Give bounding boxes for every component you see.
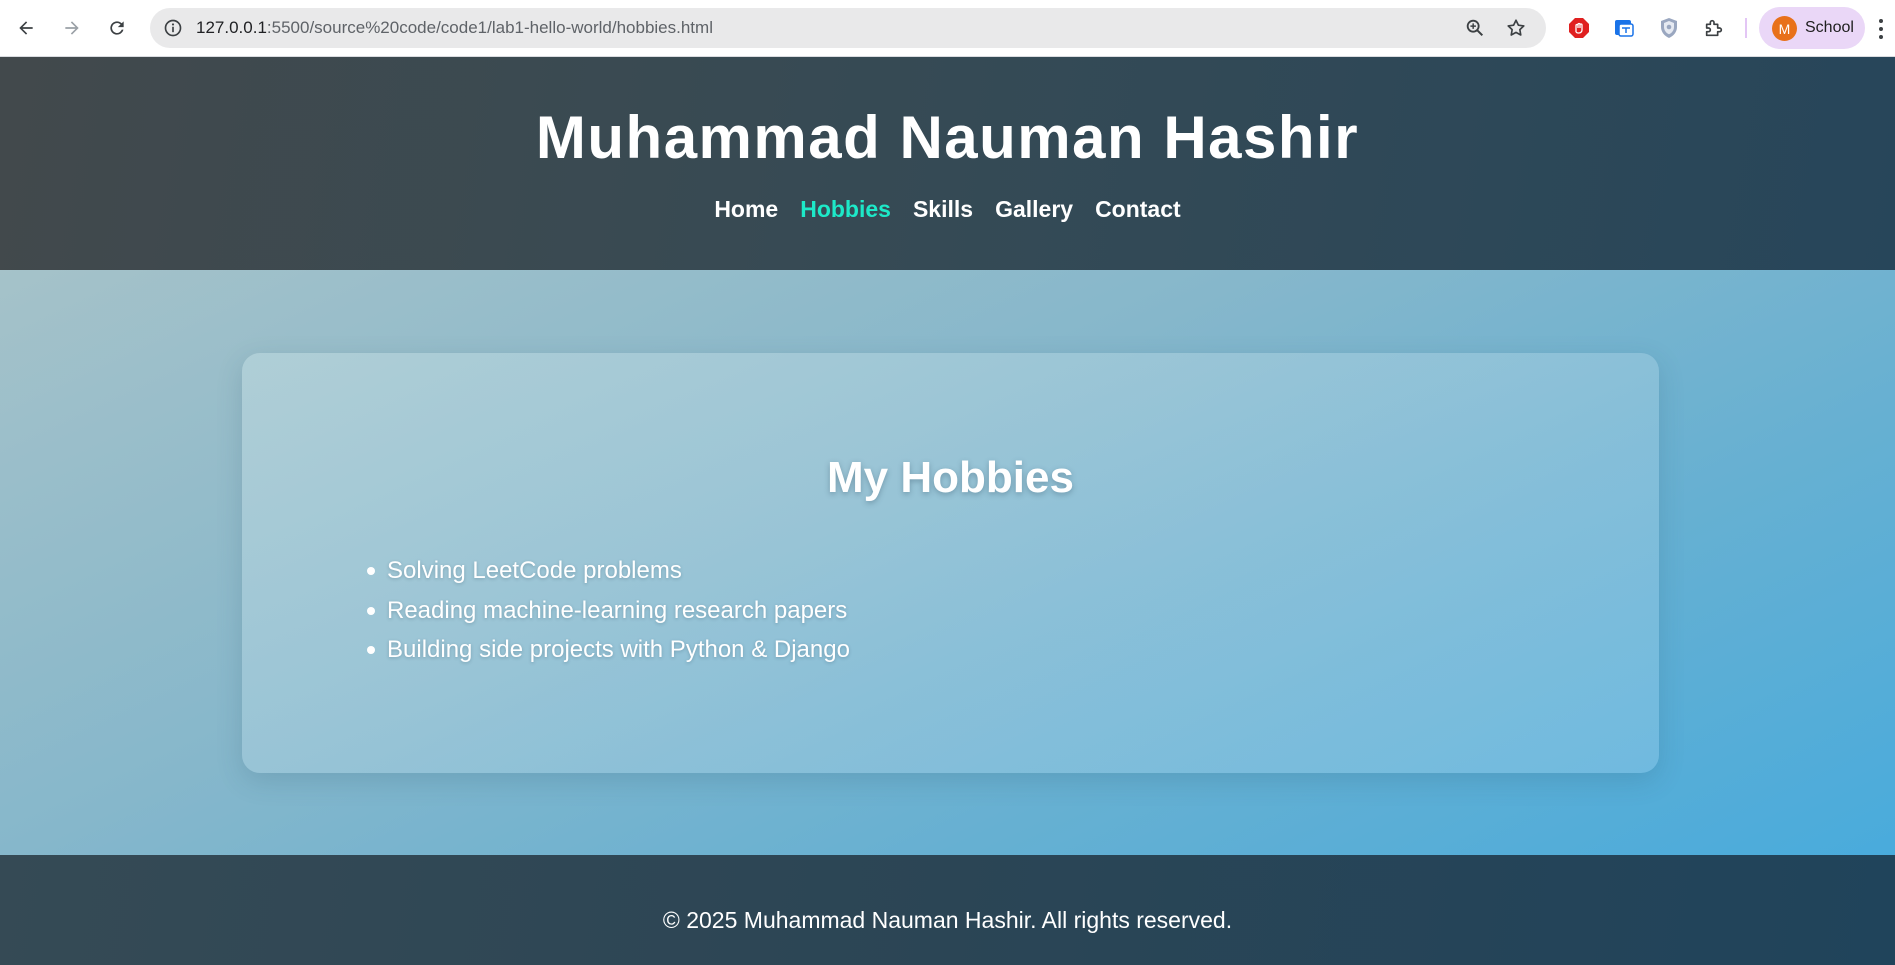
nav-link-gallery[interactable]: Gallery: [995, 196, 1073, 223]
nav-link-contact[interactable]: Contact: [1095, 196, 1181, 223]
url-text[interactable]: 127.0.0.1:5500/source%20code/code1/lab1-…: [196, 8, 713, 48]
bullet-icon: [367, 567, 375, 575]
bullet-icon: [367, 646, 375, 654]
zoom-icon[interactable]: [1464, 17, 1486, 39]
site-title: Muhammad Nauman Hashir: [535, 104, 1360, 171]
more-menu-icon[interactable]: [1873, 16, 1889, 42]
site-footer: © 2025 Muhammad Nauman Hashir. All right…: [0, 855, 1895, 965]
translate-extension-icon[interactable]: [1610, 14, 1638, 42]
url-path: :5500/source%20code/code1/lab1-hello-wor…: [266, 18, 713, 37]
browser-toolbar: 127.0.0.1:5500/source%20code/code1/lab1-…: [0, 0, 1895, 57]
profile-avatar: M: [1772, 16, 1797, 41]
nav-link-home[interactable]: Home: [714, 196, 778, 223]
main-nav: Home Hobbies Skills Gallery Contact: [0, 196, 1895, 223]
site-info-icon[interactable]: [162, 17, 184, 39]
nav-link-hobbies[interactable]: Hobbies: [800, 196, 891, 223]
nav-link-skills[interactable]: Skills: [913, 196, 973, 223]
toolbar-divider: [1745, 18, 1747, 38]
forward-arrow-icon[interactable]: [56, 12, 88, 44]
copyright-text: © 2025 Muhammad Nauman Hashir. All right…: [662, 907, 1233, 933]
hobbies-heading: My Hobbies: [827, 453, 1074, 502]
back-arrow-icon[interactable]: [10, 12, 42, 44]
url-host: 127.0.0.1: [196, 18, 267, 37]
address-bar[interactable]: 127.0.0.1:5500/source%20code/code1/lab1-…: [150, 8, 1546, 48]
hobby-text: Reading machine-learning research papers: [387, 596, 848, 624]
list-item: Reading machine-learning research papers: [367, 591, 850, 631]
list-item: Solving LeetCode problems: [367, 551, 850, 591]
bullet-icon: [367, 606, 375, 615]
hobbies-list: Solving LeetCode problems Reading machin…: [367, 551, 850, 670]
shield-extension-icon[interactable]: [1655, 14, 1683, 42]
main-content: My Hobbies Solving LeetCode problems Rea…: [0, 270, 1895, 855]
extensions-puzzle-icon[interactable]: [1700, 14, 1728, 42]
site-header: Muhammad Nauman Hashir Home Hobbies Skil…: [0, 57, 1895, 270]
hobby-text: Building side projects with Python & Dja…: [387, 636, 850, 663]
bookmark-star-icon[interactable]: [1505, 17, 1527, 39]
list-item: Building side projects with Python & Dja…: [367, 630, 850, 670]
hobby-text: Solving LeetCode problems: [387, 557, 682, 584]
profile-name: School: [1805, 19, 1854, 36]
hobbies-card: My Hobbies Solving LeetCode problems Rea…: [242, 353, 1659, 773]
profile-button[interactable]: M School: [1759, 7, 1865, 49]
adblock-extension-icon[interactable]: [1565, 14, 1593, 42]
reload-icon[interactable]: [101, 12, 133, 44]
